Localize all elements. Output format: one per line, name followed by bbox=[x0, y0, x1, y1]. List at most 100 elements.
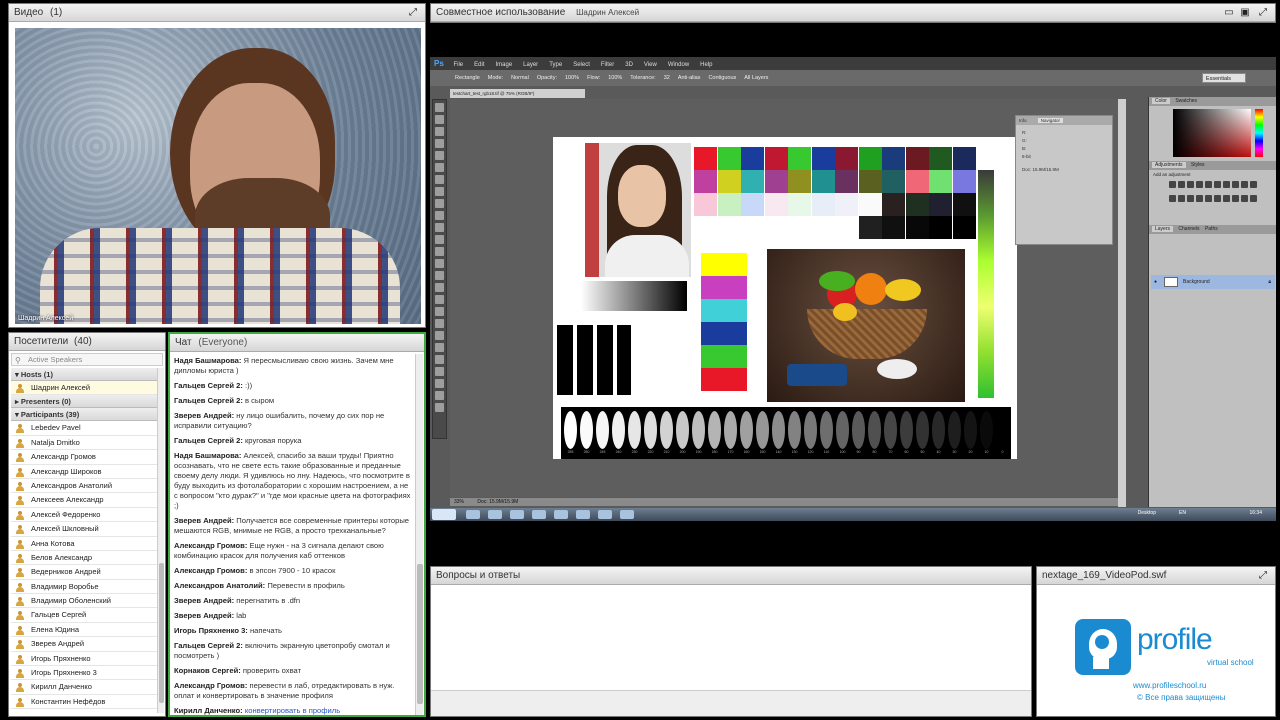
adjustment-icon[interactable] bbox=[1232, 195, 1239, 202]
ps-tool-icon[interactable] bbox=[435, 259, 444, 268]
ps-tool-icon[interactable] bbox=[435, 319, 444, 328]
ps-tool-icon[interactable] bbox=[435, 163, 444, 172]
paths-tab[interactable]: Paths bbox=[1205, 226, 1218, 232]
participant-row[interactable]: Белов Александр bbox=[11, 551, 157, 566]
ps-tool-icon[interactable] bbox=[435, 355, 444, 364]
participants-group[interactable]: ▾ Participants (39) bbox=[11, 408, 157, 422]
taskbar-app-icon[interactable] bbox=[576, 510, 590, 519]
participant-row[interactable]: Алексей Федоренко bbox=[11, 508, 157, 523]
styles-tab[interactable]: Styles bbox=[1191, 162, 1205, 168]
attendees-search[interactable]: ⚲ Active Speakers bbox=[11, 353, 163, 366]
attendees-scrollbar[interactable] bbox=[157, 368, 164, 713]
adjustment-icon[interactable] bbox=[1187, 181, 1194, 188]
adjustment-icon[interactable] bbox=[1241, 181, 1248, 188]
minimize-icon[interactable]: ▭ bbox=[1223, 7, 1235, 19]
restore-icon[interactable]: ▣ bbox=[1239, 7, 1251, 19]
adjustment-icon[interactable] bbox=[1223, 181, 1230, 188]
host-row[interactable]: Шадрин Алексей bbox=[11, 381, 157, 396]
navigator-tab[interactable]: Navigator bbox=[1037, 118, 1064, 123]
ps-menu-item[interactable]: Filter bbox=[601, 62, 614, 68]
participant-row[interactable]: Natalja Dmitko bbox=[11, 436, 157, 451]
participant-row[interactable]: Ведерников Андрей bbox=[11, 565, 157, 580]
ps-tool-icon[interactable] bbox=[435, 235, 444, 244]
ps-option[interactable]: Tolerance: bbox=[630, 75, 655, 81]
ps-tool-icon[interactable] bbox=[435, 247, 444, 256]
participant-row[interactable]: Игорь Пряхненко 3 bbox=[11, 666, 157, 681]
ps-menu-item[interactable]: View bbox=[644, 62, 657, 68]
ps-tool-icon[interactable] bbox=[435, 211, 444, 220]
ps-option[interactable]: 100% bbox=[608, 75, 622, 81]
fullscreen-icon[interactable]: ⤢ bbox=[1257, 570, 1269, 582]
adjustment-icon[interactable] bbox=[1223, 195, 1230, 202]
ps-tool-icon[interactable] bbox=[435, 187, 444, 196]
participant-row[interactable]: Lebedev Pavel bbox=[11, 421, 157, 436]
adjustment-icon[interactable] bbox=[1205, 195, 1212, 202]
layer-row[interactable]: ● Background 🔒︎ bbox=[1151, 275, 1275, 289]
participant-row[interactable]: Кирилл Данченко bbox=[11, 680, 157, 695]
adjustment-icon[interactable] bbox=[1241, 195, 1248, 202]
presenters-group[interactable]: ▸ Presenters (0) bbox=[11, 395, 157, 409]
adjustment-icon[interactable] bbox=[1250, 195, 1257, 202]
start-button[interactable] bbox=[432, 509, 456, 520]
adjustment-icon[interactable] bbox=[1178, 181, 1185, 188]
ps-canvas-scrollbar[interactable] bbox=[1118, 99, 1126, 507]
ps-menu-item[interactable]: Help bbox=[700, 62, 712, 68]
participant-row[interactable]: Гальцев Сергей bbox=[11, 608, 157, 623]
adjustment-icon[interactable] bbox=[1187, 195, 1194, 202]
taskbar-app-icon[interactable] bbox=[488, 510, 502, 519]
ps-menu-item[interactable]: Image bbox=[495, 62, 512, 68]
ps-menu-item[interactable]: File bbox=[453, 62, 463, 68]
taskbar-app-icon[interactable] bbox=[554, 510, 568, 519]
ps-tool-icon[interactable] bbox=[435, 295, 444, 304]
ps-tool-icon[interactable] bbox=[435, 103, 444, 112]
ps-tool-icon[interactable] bbox=[435, 139, 444, 148]
participant-row[interactable]: Константин Нефёдов bbox=[11, 695, 157, 710]
chat-scrollbar[interactable] bbox=[415, 354, 423, 715]
hosts-group[interactable]: ▾ Hosts (1) bbox=[11, 368, 157, 381]
layers-tab[interactable]: Layers bbox=[1152, 226, 1174, 232]
participant-row[interactable]: Александр Громов bbox=[11, 450, 157, 465]
ps-option[interactable]: Normal bbox=[511, 75, 529, 81]
info-tab[interactable]: Info bbox=[1019, 118, 1027, 123]
participant-row[interactable]: Игорь Пряхненко bbox=[11, 652, 157, 667]
adjustment-icon[interactable] bbox=[1232, 181, 1239, 188]
participant-row[interactable]: Александр Широков bbox=[11, 465, 157, 479]
ps-tool-icon[interactable] bbox=[435, 331, 444, 340]
taskbar-app-icon[interactable] bbox=[620, 510, 634, 519]
ps-option[interactable]: Anti-alias bbox=[678, 75, 701, 81]
adjustment-icon[interactable] bbox=[1196, 181, 1203, 188]
eye-icon[interactable]: ● bbox=[1154, 275, 1157, 289]
participant-row[interactable]: Анна Котова bbox=[11, 537, 157, 551]
participant-row[interactable]: Александров Анатолий bbox=[11, 479, 157, 494]
ps-option[interactable]: All Layers bbox=[744, 75, 768, 81]
channels-tab[interactable]: Channels bbox=[1178, 226, 1199, 232]
adjustment-icon[interactable] bbox=[1214, 181, 1221, 188]
ps-tool-icon[interactable] bbox=[435, 343, 444, 352]
participant-row[interactable]: Алексеев Александр bbox=[11, 493, 157, 508]
ps-option[interactable]: Opacity: bbox=[537, 75, 557, 81]
brand-url[interactable]: www.profileschool.ru bbox=[1133, 681, 1206, 690]
ps-option[interactable]: Mode: bbox=[488, 75, 503, 81]
ps-tool-icon[interactable] bbox=[435, 223, 444, 232]
fullscreen-icon[interactable]: ⤢ bbox=[1257, 7, 1269, 19]
ps-option[interactable]: Contiguous bbox=[708, 75, 736, 81]
ps-menu-item[interactable]: Type bbox=[549, 62, 562, 68]
ps-tool-icon[interactable] bbox=[435, 175, 444, 184]
ps-tool-icon[interactable] bbox=[435, 403, 444, 412]
ps-tool-icon[interactable] bbox=[435, 271, 444, 280]
adjustment-icon[interactable] bbox=[1169, 181, 1176, 188]
language-indicator[interactable]: EN bbox=[1179, 510, 1186, 516]
hue-slider[interactable] bbox=[1255, 109, 1263, 157]
ps-tool-icon[interactable] bbox=[435, 379, 444, 388]
taskbar-app-icon[interactable] bbox=[510, 510, 524, 519]
ps-option[interactable]: Flow: bbox=[587, 75, 600, 81]
ps-tool-icon[interactable] bbox=[435, 151, 444, 160]
ps-option[interactable]: 100% bbox=[565, 75, 579, 81]
participant-row[interactable]: Зверев Андрей bbox=[11, 637, 157, 652]
participant-row[interactable]: Владимир Оболенский bbox=[11, 594, 157, 609]
taskbar-app-icon[interactable] bbox=[598, 510, 612, 519]
ps-menu-item[interactable]: Window bbox=[668, 62, 689, 68]
ps-menu-item[interactable]: Edit bbox=[474, 62, 484, 68]
ps-tool-icon[interactable] bbox=[435, 199, 444, 208]
adjustment-icon[interactable] bbox=[1196, 195, 1203, 202]
